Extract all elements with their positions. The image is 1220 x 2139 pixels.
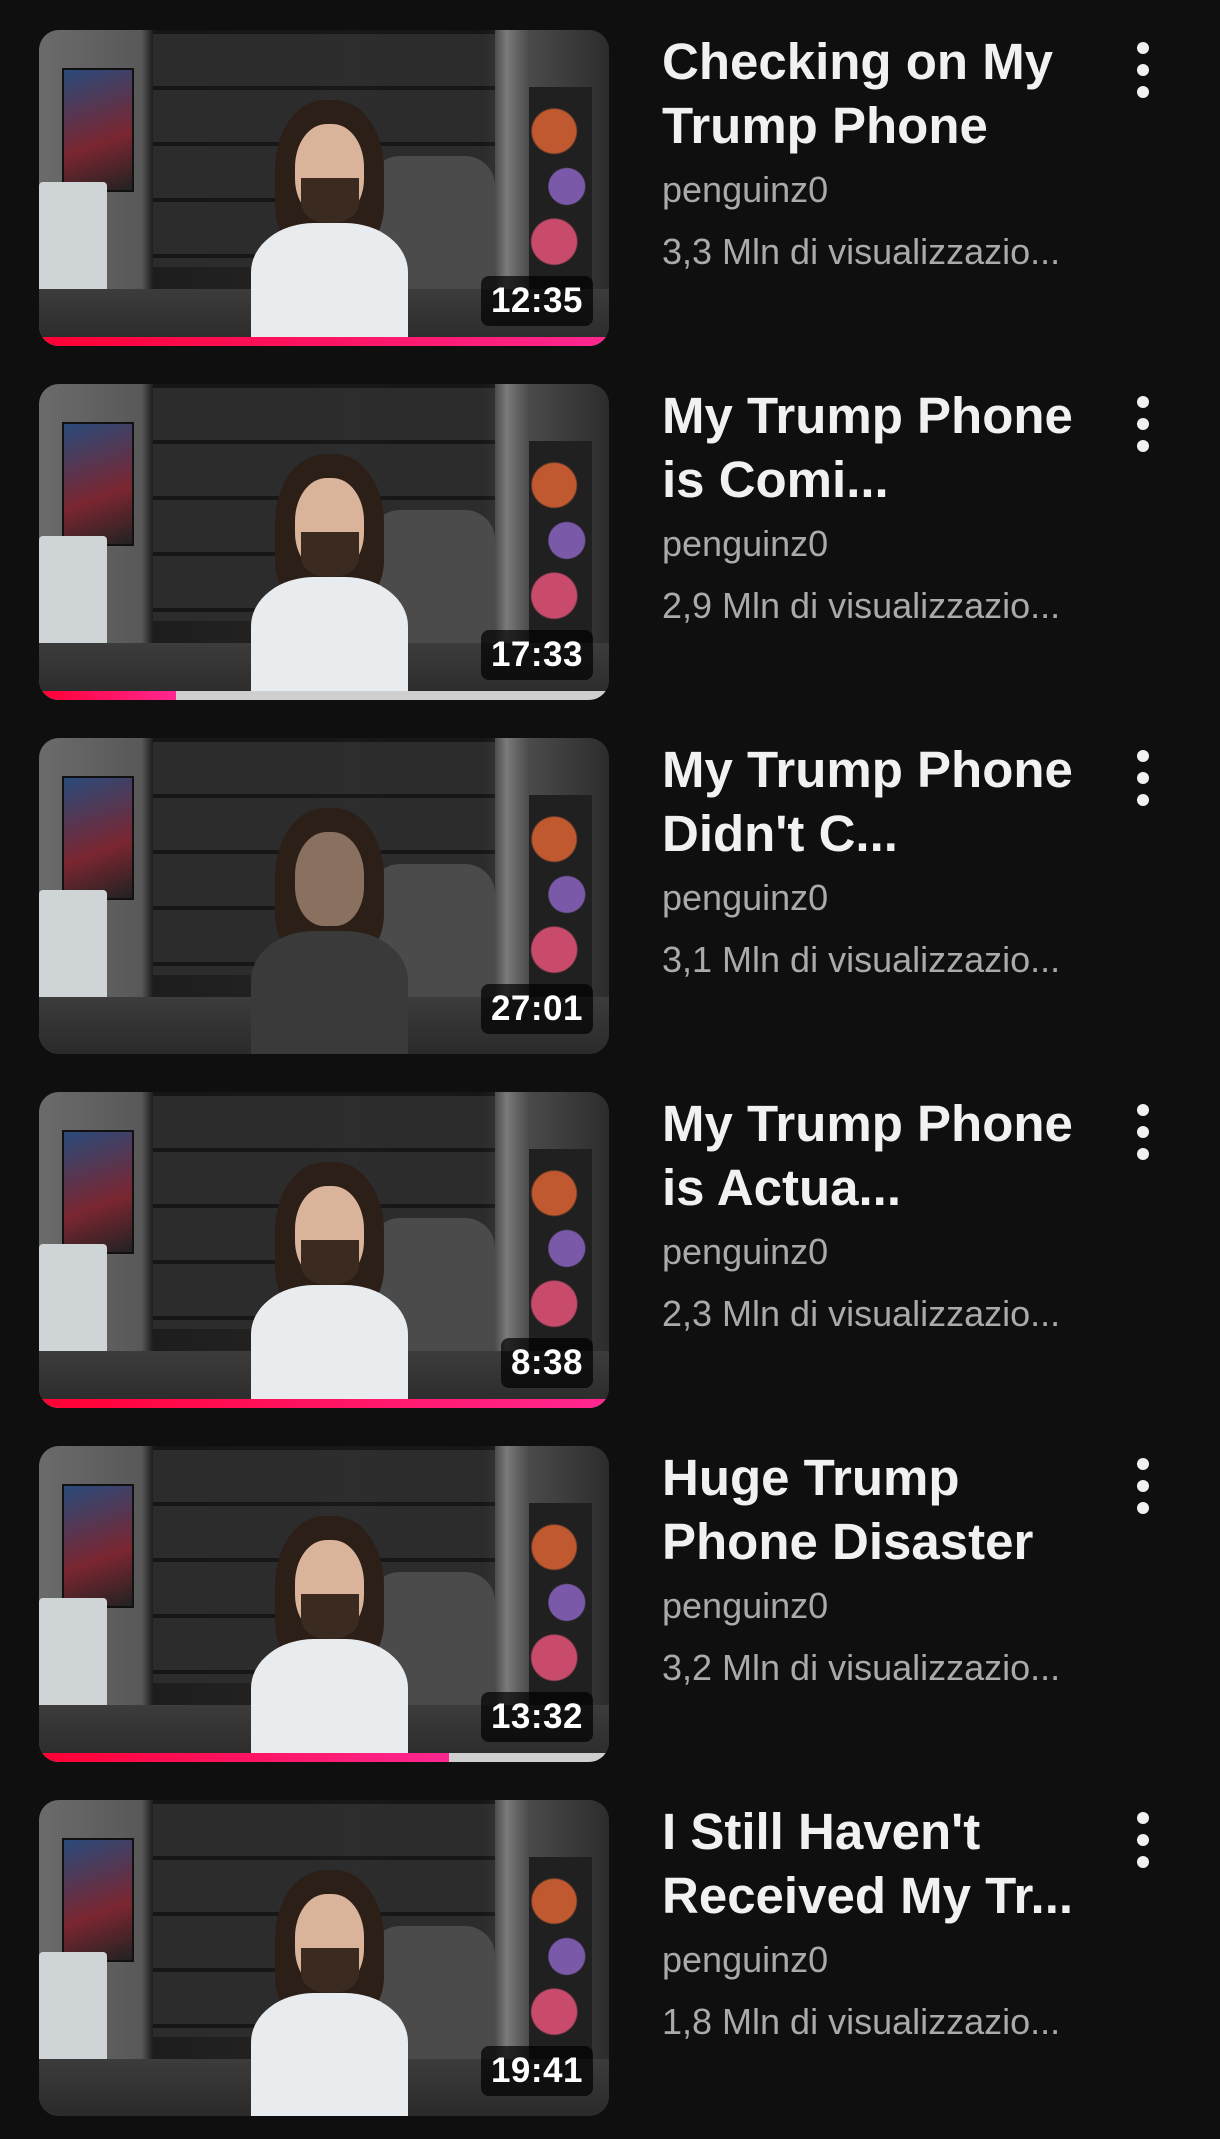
watch-progress-bar <box>39 1753 609 1762</box>
video-thumbnail[interactable]: 8:38 <box>39 1092 609 1408</box>
video-title[interactable]: Checking on My Trump Phone <box>662 30 1102 158</box>
more-vert-icon[interactable] <box>1118 1808 1168 1872</box>
video-thumbnail[interactable]: 19:41 <box>39 1800 609 2116</box>
video-info[interactable]: I Still Haven't Received My Tr... pengui… <box>662 1800 1102 2046</box>
more-vert-icon[interactable] <box>1118 392 1168 456</box>
watch-progress-bar <box>39 337 609 346</box>
video-thumbnail[interactable]: 12:35 <box>39 30 609 346</box>
channel-name[interactable]: penguinz0 <box>662 1228 1102 1276</box>
video-title[interactable]: My Trump Phone is Comi... <box>662 384 1102 512</box>
video-thumbnail[interactable]: 17:33 <box>39 384 609 700</box>
video-item[interactable]: 19:41 I Still Haven't Received My Tr... … <box>0 1770 1220 2116</box>
video-info[interactable]: Huge Trump Phone Disaster penguinz0 3,2 … <box>662 1446 1102 1692</box>
video-info[interactable]: My Trump Phone Didn't C... penguinz0 3,1… <box>662 738 1102 984</box>
view-count: 3,1 Mln di visualizzazio... <box>662 939 1061 980</box>
video-thumbnail[interactable]: 27:01 <box>39 738 609 1054</box>
channel-name[interactable]: penguinz0 <box>662 520 1102 568</box>
duration-badge: 17:33 <box>480 630 593 680</box>
video-item[interactable]: 27:01 My Trump Phone Didn't C... penguin… <box>0 708 1220 1054</box>
more-vert-icon[interactable] <box>1118 1100 1168 1164</box>
more-vert-icon[interactable] <box>1118 38 1168 102</box>
watch-progress-fill <box>39 1753 450 1762</box>
watch-progress-bar <box>39 1399 609 1408</box>
video-item[interactable]: 12:35 Checking on My Trump Phone penguin… <box>0 0 1220 346</box>
channel-name[interactable]: penguinz0 <box>662 166 1102 214</box>
more-vert-icon[interactable] <box>1118 1454 1168 1518</box>
channel-name[interactable]: penguinz0 <box>662 1936 1102 1984</box>
video-title[interactable]: My Trump Phone Didn't C... <box>662 738 1102 866</box>
video-item[interactable]: 8:38 My Trump Phone is Actua... penguinz… <box>0 1062 1220 1408</box>
view-count: 3,3 Mln di visualizzazio... <box>662 231 1061 272</box>
video-info[interactable]: Checking on My Trump Phone penguinz0 3,3… <box>662 30 1102 276</box>
duration-badge: 8:38 <box>500 1338 593 1388</box>
video-info[interactable]: My Trump Phone is Comi... penguinz0 2,9 … <box>662 384 1102 630</box>
more-vert-icon[interactable] <box>1118 746 1168 810</box>
duration-badge: 19:41 <box>480 2046 593 2096</box>
video-item[interactable]: 13:32 Huge Trump Phone Disaster penguinz… <box>0 1416 1220 1762</box>
video-list: 12:35 Checking on My Trump Phone penguin… <box>0 0 1220 2139</box>
video-thumbnail[interactable]: 13:32 <box>39 1446 609 1762</box>
duration-badge: 12:35 <box>480 276 593 326</box>
video-item[interactable]: 17:33 My Trump Phone is Comi... penguinz… <box>0 354 1220 700</box>
duration-badge: 13:32 <box>480 1692 593 1742</box>
watch-progress-fill <box>39 691 176 700</box>
channel-name[interactable]: penguinz0 <box>662 1582 1102 1630</box>
watch-progress-fill <box>39 337 609 346</box>
watch-progress-fill <box>39 1399 609 1408</box>
video-info[interactable]: My Trump Phone is Actua... penguinz0 2,3… <box>662 1092 1102 1338</box>
channel-name[interactable]: penguinz0 <box>662 874 1102 922</box>
view-count: 1,8 Mln di visualizzazio... <box>662 2001 1061 2042</box>
view-count: 3,2 Mln di visualizzazio... <box>662 1647 1061 1688</box>
video-title[interactable]: Huge Trump Phone Disaster <box>662 1446 1102 1574</box>
watch-progress-bar <box>39 691 609 700</box>
video-title[interactable]: I Still Haven't Received My Tr... <box>662 1800 1102 1928</box>
duration-badge: 27:01 <box>480 984 593 1034</box>
video-title[interactable]: My Trump Phone is Actua... <box>662 1092 1102 1220</box>
view-count: 2,9 Mln di visualizzazio... <box>662 585 1061 626</box>
view-count: 2,3 Mln di visualizzazio... <box>662 1293 1061 1334</box>
